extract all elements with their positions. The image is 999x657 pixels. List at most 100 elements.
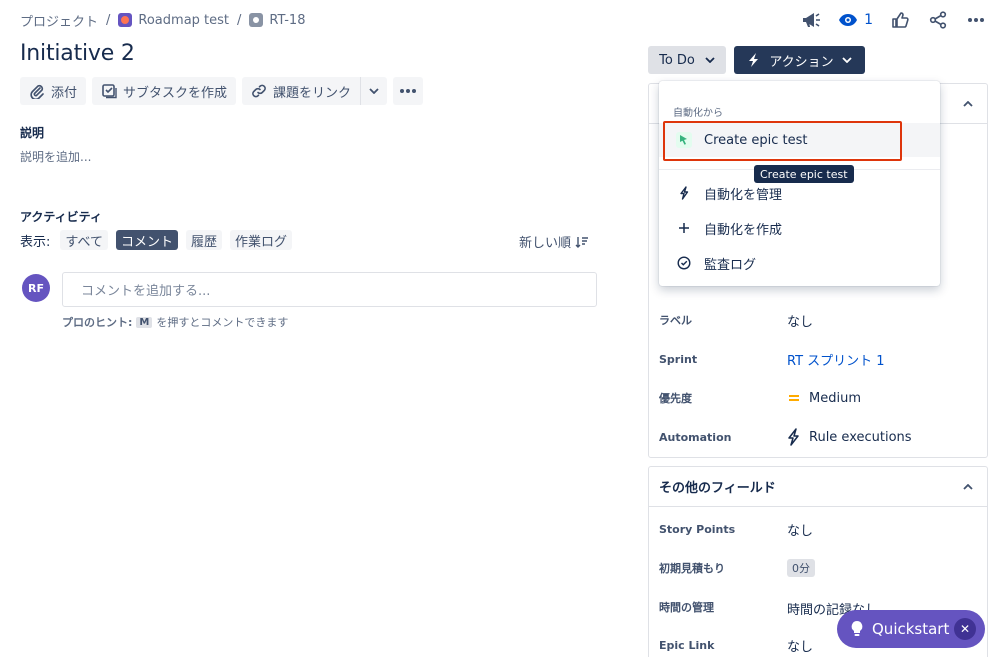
- hint-suffix: を押すとコメントできます: [156, 316, 289, 329]
- breadcrumb-board[interactable]: Roadmap test: [138, 13, 229, 28]
- field-label: Automation: [659, 430, 732, 444]
- story-points-value[interactable]: なし: [787, 520, 813, 539]
- issue-type-icon: [249, 13, 264, 27]
- link-issue-dropdown[interactable]: [361, 77, 388, 105]
- plus-icon: [676, 222, 692, 234]
- link-icon: [252, 84, 266, 98]
- tooltip: Create epic test: [754, 165, 854, 183]
- paperclip-icon: [30, 84, 44, 99]
- megaphone-icon[interactable]: [800, 9, 822, 31]
- breadcrumb-project[interactable]: プロジェクト: [20, 11, 98, 30]
- automation-action-button[interactable]: アクション: [734, 46, 865, 74]
- menu-item-audit-log[interactable]: 監査ログ: [659, 246, 940, 280]
- attach-label: 添付: [51, 85, 78, 101]
- description-heading: 説明: [20, 126, 45, 140]
- bolt-icon: [749, 53, 759, 67]
- menu-item-create-automation[interactable]: 自動化を作成: [659, 211, 940, 245]
- watch-count: 1: [864, 12, 873, 28]
- project-icon: [118, 13, 133, 27]
- close-icon[interactable]: ✕: [954, 618, 976, 640]
- chevron-up-icon: [963, 100, 973, 107]
- breadcrumb-separator: /: [106, 12, 111, 28]
- comment-input[interactable]: コメントを追加する...: [62, 272, 597, 307]
- highlight-box: [663, 121, 902, 161]
- field-label: Story Points: [659, 522, 736, 536]
- breadcrumb-separator: /: [237, 12, 242, 28]
- issue-toolbar: 添付 サブタスクを作成 課題をリンク: [20, 77, 424, 105]
- automation-value: Rule executions: [809, 429, 912, 445]
- chevron-down-icon: [842, 57, 852, 63]
- estimate-value[interactable]: 0分: [787, 559, 815, 577]
- rule-executions-link[interactable]: Rule executions: [787, 428, 912, 446]
- more-icon: [400, 89, 417, 93]
- show-label: 表示:: [20, 234, 51, 250]
- hint-key: M: [136, 316, 153, 328]
- field-label: Epic Link: [659, 638, 715, 652]
- bolt-icon: [788, 428, 799, 446]
- bolt-icon: [676, 186, 692, 200]
- description-field[interactable]: 説明を追加...: [20, 148, 91, 165]
- priority-label: Medium: [809, 390, 861, 406]
- priority-value[interactable]: Medium: [787, 391, 861, 406]
- more-fields-header[interactable]: その他のフィールド: [649, 467, 987, 507]
- field-labels: ラベル なし: [659, 310, 979, 330]
- watch-button[interactable]: 1: [838, 12, 873, 28]
- dropdown-group-label: 自動化から: [673, 108, 723, 119]
- menu-item-label: 自動化を管理: [704, 187, 783, 203]
- subtask-label: サブタスクを作成: [123, 85, 228, 101]
- issue-title[interactable]: Initiative 2: [20, 41, 135, 66]
- activity-filters: 表示: すべて コメント 履歴 作業ログ: [20, 230, 293, 250]
- menu-item-label: 自動化を作成: [704, 222, 783, 238]
- sprint-link[interactable]: RT スプリント 1: [787, 350, 885, 369]
- field-label: 時間の管理: [659, 601, 714, 614]
- attach-button[interactable]: 添付: [20, 77, 87, 105]
- pro-tip: プロのヒント: M を押すとコメントできます: [62, 314, 288, 330]
- issue-header-actions: 1: [800, 8, 987, 32]
- check-circle-icon: [676, 256, 692, 270]
- thumbs-up-icon[interactable]: [889, 9, 911, 31]
- status-button[interactable]: To Do: [648, 46, 726, 74]
- hint-prefix: プロのヒント:: [62, 316, 133, 329]
- menu-item-label: 監査ログ: [704, 257, 757, 273]
- field-label: 優先度: [659, 392, 692, 405]
- action-label: アクション: [769, 54, 834, 70]
- field-original-estimate: 初期見積もり 0分: [659, 558, 979, 578]
- labels-value[interactable]: なし: [787, 311, 813, 330]
- automation-dropdown: 自動化から Create epic test 自動化を管理 自動化を作成 監査ロ…: [659, 81, 940, 286]
- filter-worklog[interactable]: 作業ログ: [230, 230, 293, 250]
- quickstart-button[interactable]: Quickstart ✕: [837, 610, 985, 648]
- field-label: Sprint: [659, 352, 698, 366]
- field-story-points: Story Points なし: [659, 519, 979, 539]
- priority-medium-icon: [789, 395, 799, 401]
- lightbulb-icon: [851, 621, 863, 636]
- sort-toggle[interactable]: 新しい順: [519, 232, 589, 251]
- create-subtask-button[interactable]: サブタスクを作成: [92, 77, 237, 105]
- epic-link-value[interactable]: なし: [787, 636, 813, 655]
- estimate-lozenge: 0分: [787, 559, 815, 577]
- more-icon[interactable]: [965, 9, 987, 31]
- chevron-down-icon: [705, 57, 715, 63]
- chevron-up-icon: [963, 483, 973, 490]
- field-priority: 優先度 Medium: [659, 388, 979, 408]
- sort-label: 新しい順: [519, 236, 572, 251]
- link-issue-button[interactable]: 課題をリンク: [242, 77, 362, 105]
- more-actions-button[interactable]: [393, 77, 424, 105]
- field-automation: Automation Rule executions: [659, 427, 979, 447]
- subtask-icon: [102, 84, 117, 99]
- breadcrumb-issue-key[interactable]: RT-18: [269, 13, 305, 28]
- link-issue-label: 課題をリンク: [273, 85, 352, 101]
- status-label: To Do: [659, 52, 695, 68]
- chevron-down-icon: [369, 88, 379, 94]
- eye-icon: [839, 14, 858, 26]
- field-label: ラベル: [659, 314, 692, 327]
- field-label: 初期見積もり: [659, 562, 725, 575]
- share-icon[interactable]: [927, 9, 949, 31]
- filter-comments[interactable]: コメント: [115, 230, 178, 250]
- quickstart-label: Quickstart: [872, 620, 950, 638]
- field-sprint: Sprint RT スプリント 1: [659, 349, 979, 369]
- filter-all[interactable]: すべて: [60, 230, 108, 250]
- avatar: RF: [22, 274, 50, 302]
- breadcrumb: プロジェクト / Roadmap test / RT-18: [20, 11, 305, 30]
- sort-icon: [575, 236, 589, 248]
- filter-history[interactable]: 履歴: [185, 230, 222, 250]
